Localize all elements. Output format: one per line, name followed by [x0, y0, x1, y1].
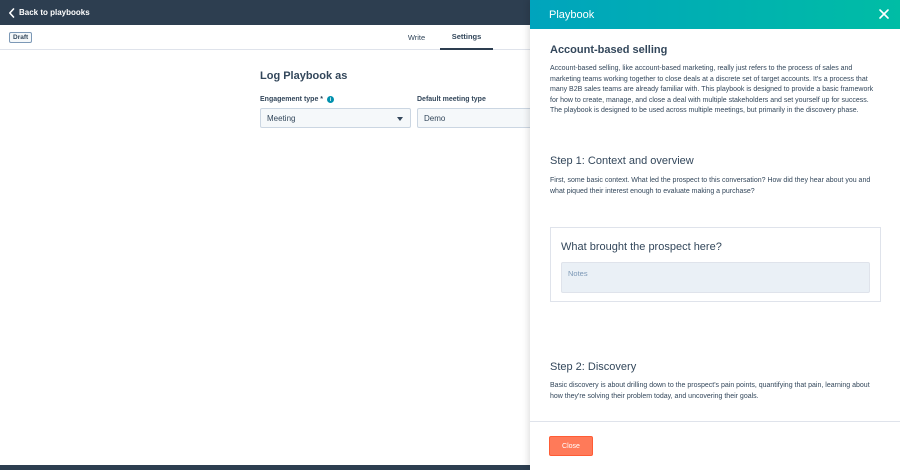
step1-heading: Step 1: Context and overview: [550, 155, 694, 167]
notes-input[interactable]: Notes: [561, 262, 870, 293]
intro-heading: Account-based selling: [550, 44, 668, 56]
engagement-type-label: Engagement type * i: [260, 96, 335, 103]
engagement-type-select[interactable]: Meeting: [260, 108, 411, 128]
default-meeting-type-select[interactable]: Demo: [417, 108, 530, 128]
page-title: Log Playbook as: [260, 70, 348, 82]
close-button[interactable]: Close: [549, 436, 593, 456]
tab-settings[interactable]: Settings: [440, 25, 493, 50]
engagement-type-value: Meeting: [267, 113, 296, 123]
playbook-panel: Playbook Account-based selling Account-b…: [530, 0, 900, 470]
step1-text: First, some basic context. What led the …: [550, 177, 871, 195]
step2-text: Basic discovery is about drilling down t…: [550, 382, 870, 400]
step2-heading: Step 2: Discovery: [550, 361, 637, 373]
tab-write-label: Write: [407, 33, 426, 42]
info-icon[interactable]: i: [327, 96, 335, 103]
caret-down-icon: [397, 117, 403, 121]
top-nav-bar: Back to playbooks: [0, 0, 530, 25]
question-card: What brought the prospect here? Notes: [550, 227, 881, 302]
status-badge: Draft: [9, 32, 33, 43]
panel-footer: Close: [530, 421, 900, 470]
panel-header: Playbook: [530, 0, 900, 29]
tab-settings-label: Settings: [451, 32, 482, 41]
back-to-playbooks-link[interactable]: Back to playbooks: [8, 7, 90, 18]
engagement-type-label-text: Engagement type *: [260, 96, 324, 103]
default-meeting-type-value: Demo: [424, 113, 446, 123]
close-icon[interactable]: [878, 8, 890, 20]
panel-title: Playbook: [549, 8, 595, 21]
back-link-label: Back to playbooks: [19, 8, 90, 17]
notes-placeholder: Notes: [568, 269, 588, 278]
chevron-left-icon: [9, 7, 15, 18]
default-meeting-type-label: Default meeting type: [417, 96, 486, 103]
intro-text: Account-based selling, like account-base…: [550, 65, 874, 114]
default-meeting-type-label-text: Default meeting type: [417, 96, 486, 103]
editor-subbar: Draft Write Settings: [0, 25, 530, 50]
question-title: What brought the prospect here?: [561, 241, 722, 253]
close-button-label: Close: [562, 442, 580, 450]
tab-write[interactable]: Write: [400, 25, 433, 50]
bottom-strip: [0, 465, 530, 470]
